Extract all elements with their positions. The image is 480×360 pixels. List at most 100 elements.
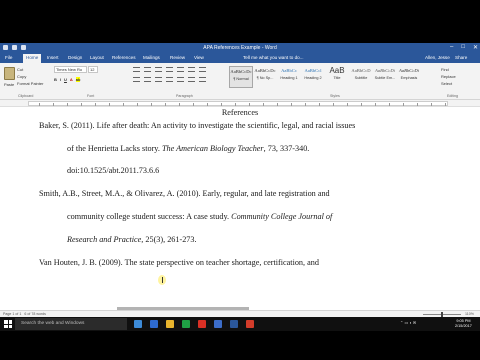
ruler-tick	[95, 103, 96, 106]
reference-line: of the Henrietta Lacks story. The Americ…	[67, 144, 309, 153]
font-color-icon[interactable]: A	[70, 77, 73, 82]
style-heading-1-name: Heading 1	[280, 76, 298, 80]
tab-home[interactable]: Home	[23, 54, 42, 63]
sort-icon[interactable]	[188, 67, 195, 72]
bullets-icon[interactable]	[133, 67, 140, 72]
ruler-tick	[67, 103, 68, 106]
ruler-tick	[431, 103, 432, 106]
format-painter-button[interactable]: Format Painter	[17, 80, 43, 87]
horizontal-ruler[interactable]	[0, 100, 480, 107]
style-title[interactable]: AaB Title	[325, 66, 349, 88]
decrease-indent-icon[interactable]	[166, 67, 173, 72]
tab-view[interactable]: View	[194, 55, 204, 60]
ruler-tick	[417, 103, 418, 106]
style-subtitle-sample: AaBbCcD	[351, 68, 371, 73]
taskbar-clock[interactable]: 9:05 PM 2/15/2017	[455, 319, 472, 329]
style-normal[interactable]: AaBbCcDc ¶ Normal	[229, 66, 253, 88]
zoom-level[interactable]: 110%	[465, 312, 474, 316]
reference-line: Van Houten, J. B. (2009). The state pers…	[39, 258, 319, 267]
font-name-select[interactable]: Times New Ro	[54, 66, 87, 73]
shading-icon[interactable]	[188, 77, 195, 82]
ruler-tick	[151, 103, 152, 106]
reference-line: Baker, S. (2011). Life after death: An a…	[39, 121, 355, 130]
style-subtle-emphasis[interactable]: AaBbCcDi Subtle Em...	[373, 66, 397, 88]
tab-mailings[interactable]: Mailings	[143, 55, 160, 60]
style-no-spacing[interactable]: AaBbCcDc ¶ No Sp...	[253, 66, 277, 88]
ruler-tick	[291, 103, 292, 106]
style-heading-2-sample: AaBbCcl	[304, 68, 322, 73]
window-title: APA References Example - Word	[203, 45, 277, 51]
paste-icon[interactable]	[4, 67, 15, 80]
text-run: Smith, A.B., Street, M.A., & Olivarez, A…	[39, 189, 330, 198]
maximize-button[interactable]: □	[461, 44, 465, 51]
cut-button[interactable]: Cut	[17, 66, 43, 73]
select-button[interactable]: Select	[441, 80, 456, 87]
file-explorer-icon[interactable]	[166, 320, 174, 328]
tab-file[interactable]: File	[5, 55, 12, 60]
store-icon[interactable]	[182, 320, 190, 328]
ruler-tick	[361, 103, 362, 106]
ruler-tick	[207, 103, 208, 106]
style-title-sample: AaB	[329, 66, 345, 75]
style-heading-2[interactable]: AaBbCcl Heading 2	[301, 66, 325, 88]
justify-icon[interactable]	[166, 77, 173, 82]
italic-button[interactable]: I	[60, 77, 61, 82]
reference-line: doi:10.1525/abt.2011.73.6.6	[67, 166, 159, 175]
text-run: Van Houten, J. B. (2009). The state pers…	[39, 258, 319, 267]
show-marks-icon[interactable]	[199, 67, 206, 72]
style-heading-1[interactable]: AaBbCc Heading 1	[277, 66, 301, 88]
reference-line: Smith, A.B., Street, M.A., & Olivarez, A…	[39, 189, 330, 198]
document-page[interactable]: References Baker, S. (2011). Life after …	[0, 107, 480, 310]
tell-me-box[interactable]: Tell me what you want to do...	[243, 55, 304, 60]
paste-label[interactable]: Paste	[4, 82, 14, 87]
find-button[interactable]: Find	[441, 66, 456, 73]
chrome-icon[interactable]	[198, 320, 206, 328]
windows-start-icon[interactable]	[4, 320, 12, 328]
text-run: , 73, 337-340.	[263, 144, 310, 153]
tab-review[interactable]: Review	[170, 55, 185, 60]
edge-icon[interactable]	[150, 320, 158, 328]
tab-references[interactable]: References	[112, 55, 136, 60]
highlight-icon[interactable]: ab	[75, 77, 81, 82]
numbering-icon[interactable]	[144, 67, 151, 72]
minimize-button[interactable]: –	[450, 44, 453, 51]
ruler-tick	[221, 103, 222, 106]
share-button[interactable]: Share	[455, 55, 467, 60]
style-title-name: Title	[333, 76, 341, 80]
style-emphasis[interactable]: AaBbCcDi Emphasis	[397, 66, 421, 88]
underline-button[interactable]: U	[64, 77, 67, 82]
replace-button[interactable]: Replace	[441, 73, 456, 80]
system-tray[interactable]: ⌃ ▭ ◖ ✉	[400, 320, 416, 325]
reference-line: community college student success: A cas…	[67, 212, 332, 221]
borders-icon[interactable]	[199, 77, 206, 82]
word-count[interactable]: 6 of 78 words	[24, 312, 46, 316]
multilevel-list-icon[interactable]	[155, 67, 162, 72]
ruler-tick	[137, 103, 138, 106]
copy-button[interactable]: Copy	[17, 73, 43, 80]
page-count[interactable]: Page 1 of 1	[3, 312, 21, 316]
taskbar-search-box[interactable]: Search the web and Windows	[15, 318, 127, 330]
align-center-icon[interactable]	[144, 77, 151, 82]
status-bar: Page 1 of 1 6 of 78 words 110%	[0, 310, 480, 317]
increase-indent-icon[interactable]	[177, 67, 184, 72]
bold-button[interactable]: B	[54, 77, 57, 82]
word-icon[interactable]	[230, 320, 238, 328]
tab-insert[interactable]: Insert	[47, 55, 59, 60]
line-spacing-icon[interactable]	[177, 77, 184, 82]
font-size-select[interactable]: 12	[88, 66, 98, 73]
tab-layout[interactable]: Layout	[90, 55, 104, 60]
style-subtitle-name: Subtitle	[354, 76, 368, 80]
italic-run: The American Biology Teacher	[161, 144, 264, 153]
task-view-icon[interactable]	[134, 320, 142, 328]
close-button[interactable]: ✕	[473, 44, 478, 51]
acrobat-icon[interactable]	[246, 320, 254, 328]
align-right-icon[interactable]	[155, 77, 162, 82]
outlook-icon[interactable]	[214, 320, 222, 328]
user-name[interactable]: Allen, Jesse	[425, 55, 450, 60]
style-subtitle[interactable]: AaBbCcD Subtitle	[349, 66, 373, 88]
text-run: community college student success: A cas…	[67, 212, 232, 221]
align-left-icon[interactable]	[133, 77, 140, 82]
ruler-tick	[235, 103, 236, 106]
italic-run: Community College Journal of	[231, 212, 333, 221]
tab-design[interactable]: Design	[68, 55, 82, 60]
